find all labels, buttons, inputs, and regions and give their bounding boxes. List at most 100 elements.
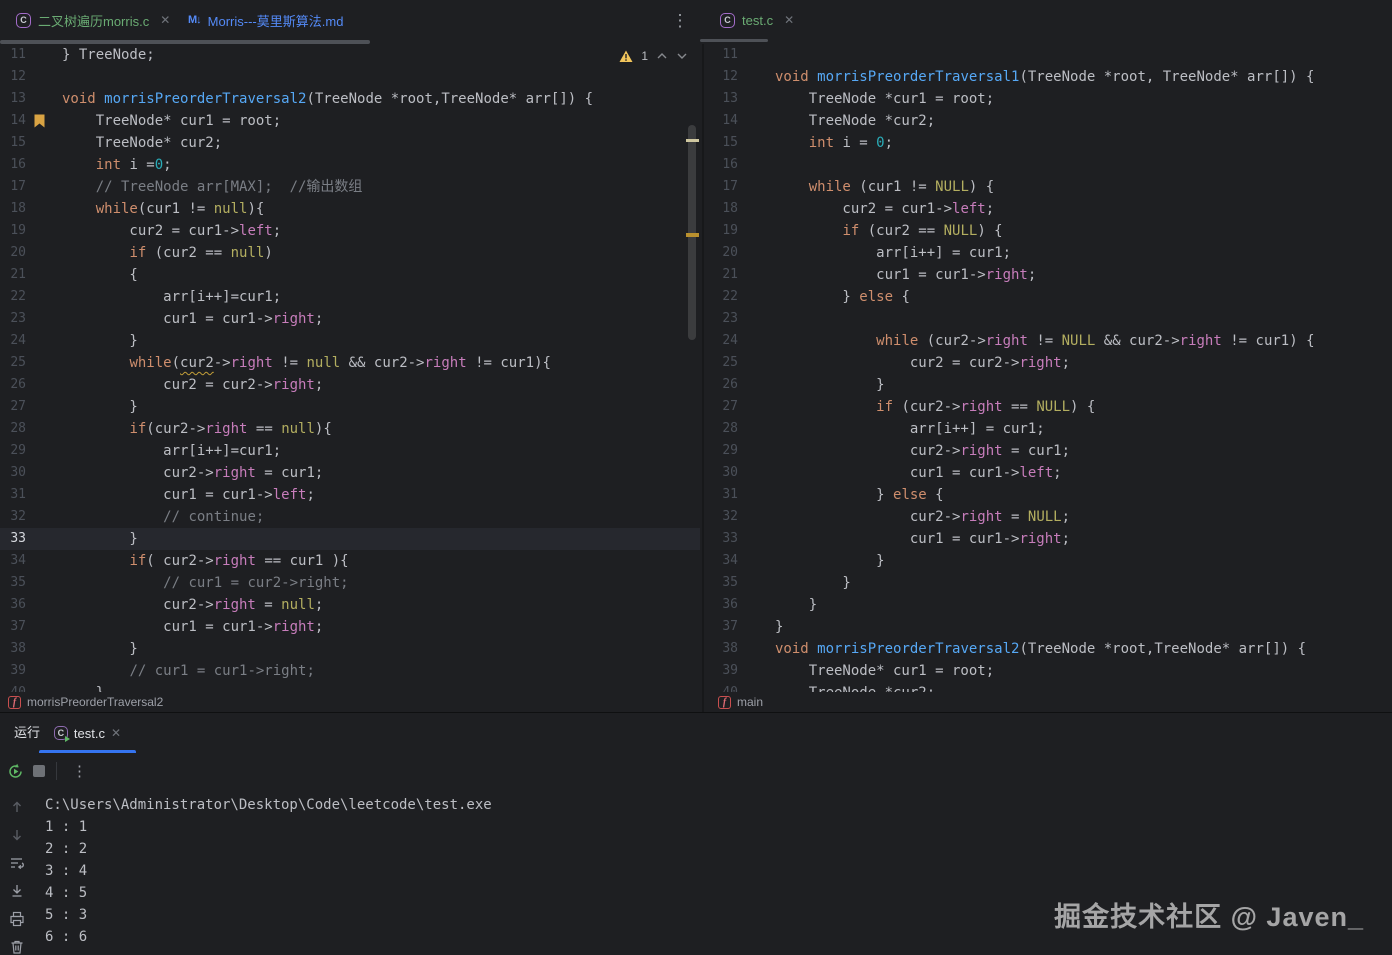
tab-morris-c[interactable]: C 二叉树遍历morris.c ✕ <box>6 0 180 40</box>
line-number[interactable]: 37 <box>710 616 738 638</box>
code-line[interactable]: 29 cur2->right = cur1; <box>710 440 1392 462</box>
inspection-widget[interactable]: 1 <box>619 49 688 63</box>
code-line[interactable]: 28 arr[i++] = cur1; <box>710 418 1392 440</box>
stop-icon[interactable] <box>33 765 45 777</box>
code-line[interactable]: 37 cur1 = cur1->right; <box>0 616 700 638</box>
line-number[interactable]: 12 <box>0 66 26 88</box>
code-line[interactable]: 19 cur2 = cur1->left; <box>0 220 700 242</box>
line-number[interactable]: 27 <box>0 396 26 418</box>
code-line[interactable]: 21 { <box>0 264 700 286</box>
code-line[interactable]: 35 } <box>710 572 1392 594</box>
code-line[interactable]: 19 if (cur2 == NULL) { <box>710 220 1392 242</box>
code-line[interactable]: 18 cur2 = cur1->left; <box>710 198 1392 220</box>
line-number[interactable]: 33 <box>710 528 738 550</box>
line-number[interactable]: 35 <box>710 572 738 594</box>
line-number[interactable]: 15 <box>710 132 738 154</box>
code-line[interactable]: 39 // cur1 = cur1->right; <box>0 660 700 682</box>
line-number[interactable]: 28 <box>0 418 26 440</box>
line-number[interactable]: 35 <box>0 572 26 594</box>
code-line[interactable]: 30 cur2->right = cur1; <box>0 462 700 484</box>
code-line[interactable]: 36 cur2->right = null; <box>0 594 700 616</box>
code-line[interactable]: 23 cur1 = cur1->right; <box>0 308 700 330</box>
code-line[interactable]: 22 } else { <box>710 286 1392 308</box>
code-line[interactable]: 13void morrisPreorderTraversal2(TreeNode… <box>0 88 700 110</box>
close-icon[interactable]: ✕ <box>160 13 170 27</box>
arrow-up-icon[interactable] <box>9 799 25 815</box>
line-number[interactable]: 27 <box>710 396 738 418</box>
line-number[interactable]: 17 <box>710 176 738 198</box>
line-number[interactable]: 14 <box>0 110 26 132</box>
code-line[interactable]: 39 TreeNode* cur1 = root; <box>710 660 1392 682</box>
code-line[interactable]: 17 // TreeNode arr[MAX]; //输出数组 <box>0 176 700 198</box>
tab-morris-md[interactable]: M↓ Morris---莫里斯算法.md <box>178 0 353 40</box>
line-number[interactable]: 17 <box>0 176 26 198</box>
code-line[interactable]: 21 cur1 = cur1->right; <box>710 264 1392 286</box>
line-number[interactable]: 11 <box>0 44 26 66</box>
line-number[interactable]: 37 <box>0 616 26 638</box>
line-number[interactable]: 23 <box>0 308 26 330</box>
split-divider[interactable] <box>702 44 704 712</box>
line-number[interactable]: 21 <box>710 264 738 286</box>
code-line[interactable]: 12void morrisPreorderTraversal1(TreeNode… <box>710 66 1392 88</box>
soft-wrap-icon[interactable] <box>9 855 25 871</box>
code-line[interactable]: 32 cur2->right = NULL; <box>710 506 1392 528</box>
line-number[interactable]: 20 <box>0 242 26 264</box>
code-line[interactable]: 15 TreeNode* cur2; <box>0 132 700 154</box>
code-line[interactable]: 23 <box>710 308 1392 330</box>
code-line[interactable]: 24 } <box>0 330 700 352</box>
code-line[interactable]: 27 } <box>0 396 700 418</box>
code-line[interactable]: 33 } <box>0 528 700 550</box>
line-number[interactable]: 38 <box>0 638 26 660</box>
code-line[interactable]: 32 // continue; <box>0 506 700 528</box>
chevron-up-icon[interactable] <box>656 52 668 60</box>
line-number[interactable]: 21 <box>0 264 26 286</box>
rerun-icon[interactable] <box>7 763 24 780</box>
line-number[interactable]: 29 <box>710 440 738 462</box>
code-line[interactable]: 26 } <box>710 374 1392 396</box>
tab-overflow-menu-icon[interactable]: ⋮ <box>668 8 692 34</box>
line-number[interactable]: 23 <box>710 308 738 330</box>
code-line[interactable]: 27 if (cur2->right == NULL) { <box>710 396 1392 418</box>
line-number[interactable]: 24 <box>0 330 26 352</box>
line-number[interactable]: 30 <box>0 462 26 484</box>
line-number[interactable]: 40 <box>0 682 26 692</box>
line-number[interactable]: 11 <box>710 44 738 66</box>
line-number[interactable]: 32 <box>0 506 26 528</box>
line-number[interactable]: 34 <box>0 550 26 572</box>
code-line[interactable]: 20 if (cur2 == null) <box>0 242 700 264</box>
code-line[interactable]: 30 cur1 = cur1->left; <box>710 462 1392 484</box>
code-line[interactable]: 14 TreeNode *cur2; <box>710 110 1392 132</box>
code-line[interactable]: 22 arr[i++]=cur1; <box>0 286 700 308</box>
line-number[interactable]: 38 <box>710 638 738 660</box>
line-number[interactable]: 26 <box>710 374 738 396</box>
right-code-area[interactable]: 1112void morrisPreorderTraversal1(TreeNo… <box>710 44 1392 692</box>
line-number[interactable]: 40 <box>710 682 738 692</box>
code-line[interactable]: 38void morrisPreorderTraversal2(TreeNode… <box>710 638 1392 660</box>
code-line[interactable]: 11 <box>710 44 1392 66</box>
left-code-area[interactable]: 11} TreeNode;1213void morrisPreorderTrav… <box>0 44 700 692</box>
line-number[interactable]: 18 <box>710 198 738 220</box>
line-number[interactable]: 12 <box>710 66 738 88</box>
more-options-icon[interactable]: ⋮ <box>68 762 91 780</box>
line-number[interactable]: 24 <box>710 330 738 352</box>
code-line[interactable]: 11} TreeNode; <box>0 44 700 66</box>
code-line[interactable]: 13 TreeNode *cur1 = root; <box>710 88 1392 110</box>
line-number[interactable]: 25 <box>710 352 738 374</box>
print-icon[interactable] <box>9 911 25 927</box>
close-icon[interactable]: ✕ <box>111 726 121 740</box>
code-line[interactable]: 35 // cur1 = cur2->right; <box>0 572 700 594</box>
line-number[interactable]: 26 <box>0 374 26 396</box>
code-line[interactable]: 25 cur2 = cur2->right; <box>710 352 1392 374</box>
line-number[interactable]: 36 <box>710 594 738 616</box>
run-tab-test-c[interactable]: C test.c ✕ <box>39 713 136 753</box>
line-number[interactable]: 32 <box>710 506 738 528</box>
breadcrumb-label[interactable]: main <box>737 695 763 709</box>
code-line[interactable]: 40 TreeNode *cur2; <box>710 682 1392 692</box>
code-line[interactable]: 38 } <box>0 638 700 660</box>
line-number[interactable]: 18 <box>0 198 26 220</box>
line-number[interactable]: 31 <box>0 484 26 506</box>
line-number[interactable]: 16 <box>0 154 26 176</box>
line-number[interactable]: 39 <box>0 660 26 682</box>
code-line[interactable]: 14 TreeNode* cur1 = root; <box>0 110 700 132</box>
line-number[interactable]: 28 <box>710 418 738 440</box>
